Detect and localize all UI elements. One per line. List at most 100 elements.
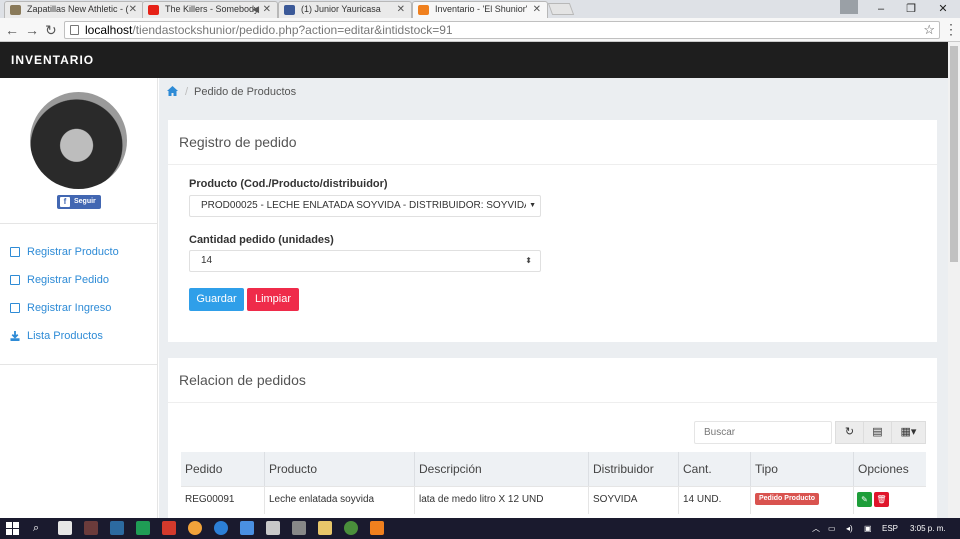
facebook-icon: f [60, 197, 70, 207]
edge-icon[interactable] [214, 521, 228, 535]
app-icon[interactable] [266, 521, 280, 535]
url-path: /tiendastockshunior/pedido.php?action=ed… [132, 23, 453, 37]
filezilla-icon[interactable] [162, 521, 176, 535]
column-header[interactable]: Cant. [679, 452, 751, 486]
bookmark-star-icon[interactable]: ☆ [923, 22, 935, 38]
browser-tab-inventario[interactable]: Inventario - 'El Shunior' ✕ [412, 1, 548, 18]
save-button[interactable]: Guardar [189, 288, 244, 311]
close-tab-icon[interactable]: ✕ [263, 2, 271, 17]
sidebar-item-lista-productos[interactable]: Lista Productos [10, 328, 103, 344]
quantity-label: Cantidad pedido (unidades) [189, 234, 334, 246]
divider [168, 164, 937, 165]
app-icon[interactable] [84, 521, 98, 535]
user-profile-icon[interactable] [840, 0, 858, 14]
column-header[interactable]: Pedido [181, 452, 265, 486]
toggle-view-button[interactable]: ▤ [863, 421, 892, 444]
divider [168, 402, 937, 403]
cell-descripcion: lata de medo litro X 12 UND [415, 486, 589, 514]
column-header[interactable]: Tipo [751, 452, 854, 486]
minimize-icon[interactable]: – [868, 0, 894, 18]
url-input[interactable]: localhost/tiendastockshunior/pedido.php?… [64, 21, 940, 39]
scrollbar-thumb[interactable] [950, 46, 958, 262]
spinner-icon[interactable]: ⬍ [525, 251, 532, 271]
product-label: Producto (Cod./Producto/distribuidor) [189, 178, 388, 190]
browser-menu-icon[interactable]: ⋮ [944, 21, 958, 38]
volume-icon[interactable]: ◂) [846, 518, 853, 539]
cell-producto: Leche enlatada soyvida [265, 486, 415, 514]
list-icon [10, 275, 20, 285]
network-icon[interactable]: ▭ [828, 518, 836, 539]
folder-icon[interactable] [318, 521, 332, 535]
home-icon[interactable] [167, 86, 178, 96]
page-scrollbar[interactable] [948, 42, 960, 518]
refresh-button[interactable]: ↻ [835, 421, 864, 444]
forward-icon[interactable]: → [25, 21, 39, 39]
column-header[interactable]: Distribuidor [589, 452, 679, 486]
cell-opciones: ✎ 🗑 [854, 486, 926, 514]
close-window-icon[interactable]: ✕ [928, 0, 958, 18]
sidebar-item-registrar-producto[interactable]: Registrar Producto [10, 244, 119, 260]
close-tab-icon[interactable]: ✕ [533, 2, 541, 17]
sidebar-item-label: Registrar Producto [27, 246, 119, 258]
search-input[interactable]: Buscar [694, 421, 832, 444]
divider [0, 364, 158, 365]
divider [0, 223, 158, 224]
column-header[interactable]: Descripción [415, 452, 589, 486]
avatar [30, 92, 127, 189]
chrome-icon[interactable] [344, 521, 358, 535]
main-content: / Pedido de Productos Registro de pedido… [159, 78, 948, 518]
browser-tab-zapatillas[interactable]: Zapatillas New Athletic - ( ✕ [4, 1, 144, 18]
browser-tab-killers[interactable]: The Killers - Somebody ◀ ✕ [142, 1, 278, 18]
product-select[interactable]: PROD00025 - LECHE ENLATADA SOYVIDA - DIS… [189, 195, 541, 217]
cell-cantidad: 14 UND. [679, 486, 751, 514]
facebook-follow-button[interactable]: f Seguir [57, 195, 101, 209]
breadcrumb-separator: / [185, 86, 189, 98]
app-icon[interactable] [240, 521, 254, 535]
columns-button[interactable]: ▦▾ [891, 421, 926, 444]
sidebar-item-registrar-ingreso[interactable]: Registrar Ingreso [10, 300, 111, 316]
notification-icon[interactable]: ▣ [864, 518, 872, 539]
excel-icon[interactable] [136, 521, 150, 535]
delete-button[interactable]: 🗑 [874, 492, 889, 507]
app-brand[interactable]: INVENTARIO [11, 42, 94, 78]
sidebar: f Seguir Registrar Producto Registrar Pe… [0, 78, 158, 518]
back-icon[interactable]: ← [5, 21, 19, 39]
clock[interactable]: 3:05 p. m. [910, 518, 946, 539]
cell-distribuidor: SOYVIDA [589, 486, 679, 514]
clear-button[interactable]: Limpiar [247, 288, 299, 311]
language-indicator[interactable]: ESP [882, 518, 898, 539]
browser-tab-facebook[interactable]: (1) Junior Yauricasa ✕ [278, 1, 412, 18]
orders-list-panel: Relacion de pedidos Buscar ↻ ▤ ▦▾ Pedido… [168, 358, 937, 518]
reload-icon[interactable]: ↻ [45, 21, 57, 39]
quantity-value: 14 [201, 255, 213, 266]
close-tab-icon[interactable]: ✕ [397, 2, 405, 17]
panel-title: Relacion de pedidos [179, 372, 306, 388]
firefox-icon[interactable] [188, 521, 202, 535]
column-header[interactable]: Producto [265, 452, 415, 486]
close-tab-icon[interactable]: ✕ [129, 2, 137, 17]
column-header[interactable]: Opciones [854, 452, 926, 486]
store-icon[interactable] [58, 521, 72, 535]
list-icon [10, 247, 20, 257]
status-badge: Pedido Producto [755, 493, 819, 506]
list-icon [10, 303, 20, 313]
app-icon[interactable] [370, 521, 384, 535]
os-taskbar: ⌕ ︿ ▭ ◂) ▣ ESP 3:05 p. m. [0, 518, 960, 539]
sidebar-item-label: Registrar Ingreso [27, 302, 112, 314]
windows-start-icon[interactable] [6, 522, 19, 535]
maximize-icon[interactable]: ❐ [898, 0, 924, 18]
speaker-icon[interactable]: ◀ [252, 2, 259, 17]
search-icon[interactable]: ⌕ [33, 518, 39, 539]
browser-tab-bar: Zapatillas New Athletic - ( ✕ The Killer… [0, 0, 960, 18]
tab-title: Zapatillas New Athletic - ( [27, 4, 129, 14]
youtube-icon [148, 5, 159, 15]
list-view-icon: ▤ [872, 426, 883, 438]
edit-button[interactable]: ✎ [857, 492, 872, 507]
new-tab-button[interactable] [547, 3, 575, 15]
quantity-input[interactable]: 14 ⬍ [189, 250, 541, 272]
tray-chevron-icon[interactable]: ︿ [812, 518, 820, 539]
app-icon[interactable] [292, 521, 306, 535]
photoshop-icon[interactable] [110, 521, 124, 535]
sidebar-item-registrar-pedido[interactable]: Registrar Pedido [10, 272, 109, 288]
tab-title: Inventario - 'El Shunior' [435, 4, 528, 14]
